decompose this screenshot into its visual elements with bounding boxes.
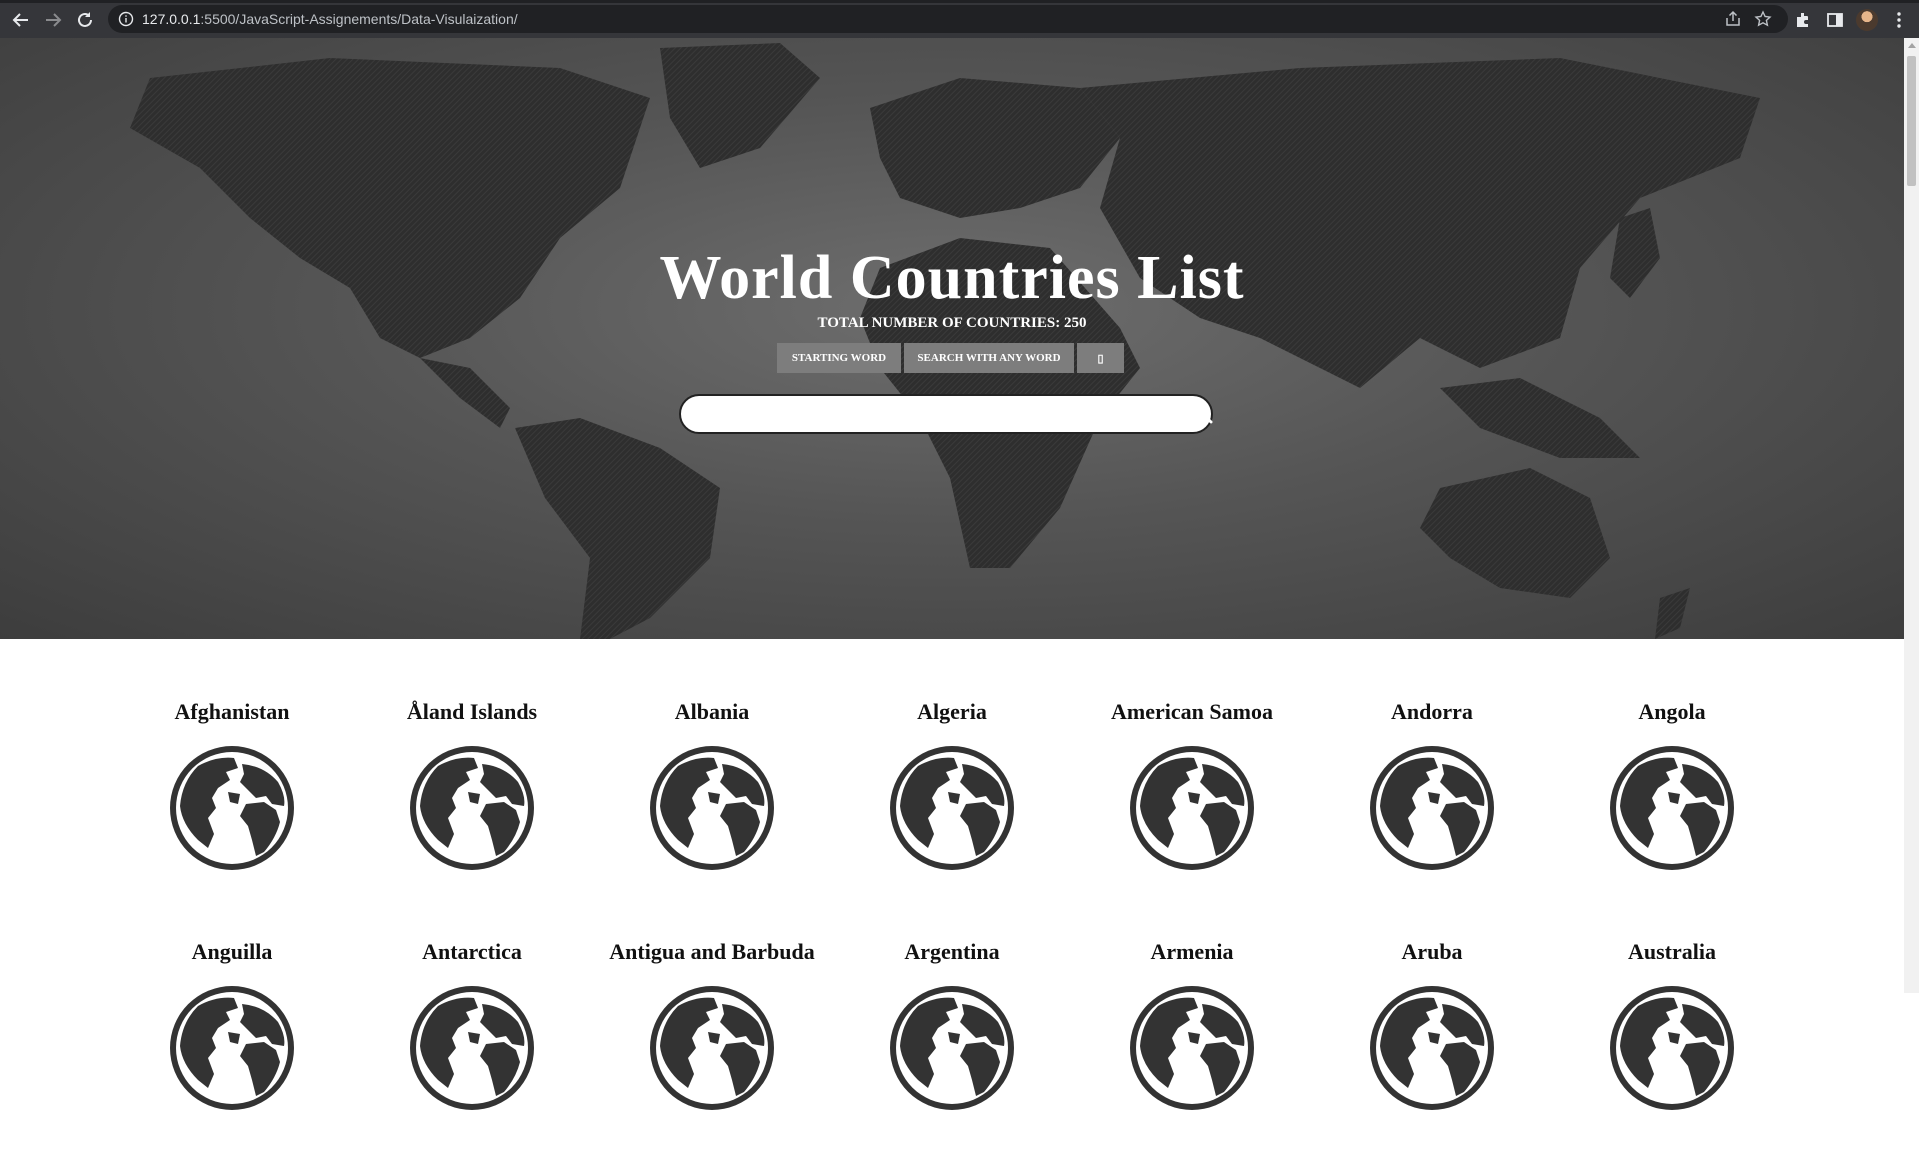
australia-shape	[1420, 468, 1610, 598]
country-card[interactable]: American Samoa	[1072, 700, 1312, 910]
country-card[interactable]: Andorra	[1312, 700, 1552, 910]
country-card[interactable]: Argentina	[832, 940, 1072, 1150]
search-mode-buttons: STARTING WORD SEARCH WITH ANY WORD ▯	[777, 343, 1124, 373]
globe-icon	[1130, 746, 1254, 870]
country-name: Angola	[1638, 699, 1706, 724]
globe-icon	[650, 746, 774, 870]
reload-icon[interactable]	[73, 8, 97, 32]
scroll-thumb[interactable]	[1907, 56, 1916, 186]
menu-icon[interactable]	[1889, 10, 1909, 30]
central-america-shape	[420, 358, 510, 428]
country-card[interactable]: Antarctica	[352, 940, 592, 1150]
page-scrollbar[interactable]	[1904, 38, 1919, 993]
search-any-word-button[interactable]: SEARCH WITH ANY WORD	[904, 343, 1074, 373]
greenland-shape	[660, 43, 820, 168]
asia-shape	[1080, 58, 1760, 388]
country-card[interactable]: Albania	[592, 700, 832, 910]
country-card[interactable]: Armenia	[1072, 940, 1312, 1150]
globe-icon	[1370, 746, 1494, 870]
new-zealand-shape	[1655, 588, 1690, 639]
side-panel-icon[interactable]	[1825, 10, 1845, 30]
url-text[interactable]: 127.0.0.1:5500/JavaScript-Assignements/D…	[142, 11, 518, 27]
countries-grid: Afghanistan Åland Islands Albania Algeri…	[112, 700, 1792, 1150]
url-host: 127.0.0.1	[142, 11, 201, 27]
globe-icon	[1610, 746, 1734, 870]
globe-icon	[1370, 986, 1494, 1110]
search-input[interactable]	[679, 394, 1213, 434]
browser-toolbar: 127.0.0.1:5500/JavaScript-Assignements/D…	[0, 0, 1919, 38]
country-name: Aruba	[1401, 939, 1463, 964]
address-bar[interactable]: 127.0.0.1:5500/JavaScript-Assignements/D…	[108, 5, 1788, 33]
country-card[interactable]: Åland Islands	[352, 700, 592, 910]
back-icon[interactable]	[9, 8, 33, 32]
avatar[interactable]	[1856, 9, 1878, 31]
country-name: Åland Islands	[406, 699, 538, 724]
page-title: World Countries List	[659, 244, 1245, 312]
europe-shape	[870, 78, 1120, 218]
country-card[interactable]: Afghanistan	[112, 700, 352, 910]
country-name: Antigua and Barbuda	[609, 939, 815, 964]
country-card[interactable]: Angola	[1552, 700, 1792, 910]
country-name: Afghanistan	[174, 699, 290, 724]
info-icon[interactable]	[118, 11, 134, 27]
country-name: Algeria	[917, 699, 987, 724]
scroll-up-arrow[interactable]	[1908, 43, 1916, 48]
hero-banner: World Countries List TOTAL NUMBER OF COU…	[0, 38, 1904, 639]
country-card[interactable]: Aruba	[1312, 940, 1552, 1150]
globe-icon	[170, 746, 294, 870]
world-map-background	[130, 43, 1760, 639]
country-name: Anguilla	[191, 939, 273, 964]
globe-icon	[1610, 986, 1734, 1110]
star-icon[interactable]	[1754, 10, 1772, 28]
globe-icon	[890, 746, 1014, 870]
country-card[interactable]: Australia	[1552, 940, 1792, 1150]
south-america-shape	[515, 418, 720, 639]
sort-button[interactable]: ▯	[1077, 343, 1124, 373]
southeast-asia-islands-shape	[1440, 378, 1640, 458]
country-count: TOTAL NUMBER OF COUNTRIES: 250	[817, 315, 1087, 331]
zoom-search-icon[interactable]	[1193, 404, 1213, 424]
globe-icon	[1130, 986, 1254, 1110]
country-name: Armenia	[1150, 939, 1234, 964]
globe-icon	[650, 986, 774, 1110]
share-icon[interactable]	[1724, 10, 1742, 28]
country-name: Antarctica	[422, 939, 522, 964]
starting-word-button[interactable]: STARTING WORD	[777, 343, 901, 373]
country-card[interactable]: Antigua and Barbuda	[592, 940, 832, 1150]
country-name: Australia	[1628, 939, 1716, 964]
extensions-icon[interactable]	[1793, 10, 1813, 30]
country-name: Argentina	[904, 939, 1000, 964]
url-path: :5500/JavaScript-Assignements/Data-Visul…	[200, 11, 518, 27]
globe-icon	[890, 986, 1014, 1110]
forward-icon[interactable]	[41, 8, 65, 32]
country-card[interactable]: Anguilla	[112, 940, 352, 1150]
globe-icon	[410, 986, 534, 1110]
globe-icon	[170, 986, 294, 1110]
country-name: American Samoa	[1111, 699, 1273, 724]
country-name: Albania	[674, 699, 750, 724]
country-name: Andorra	[1391, 699, 1473, 724]
country-card[interactable]: Algeria	[832, 700, 1072, 910]
globe-icon	[410, 746, 534, 870]
